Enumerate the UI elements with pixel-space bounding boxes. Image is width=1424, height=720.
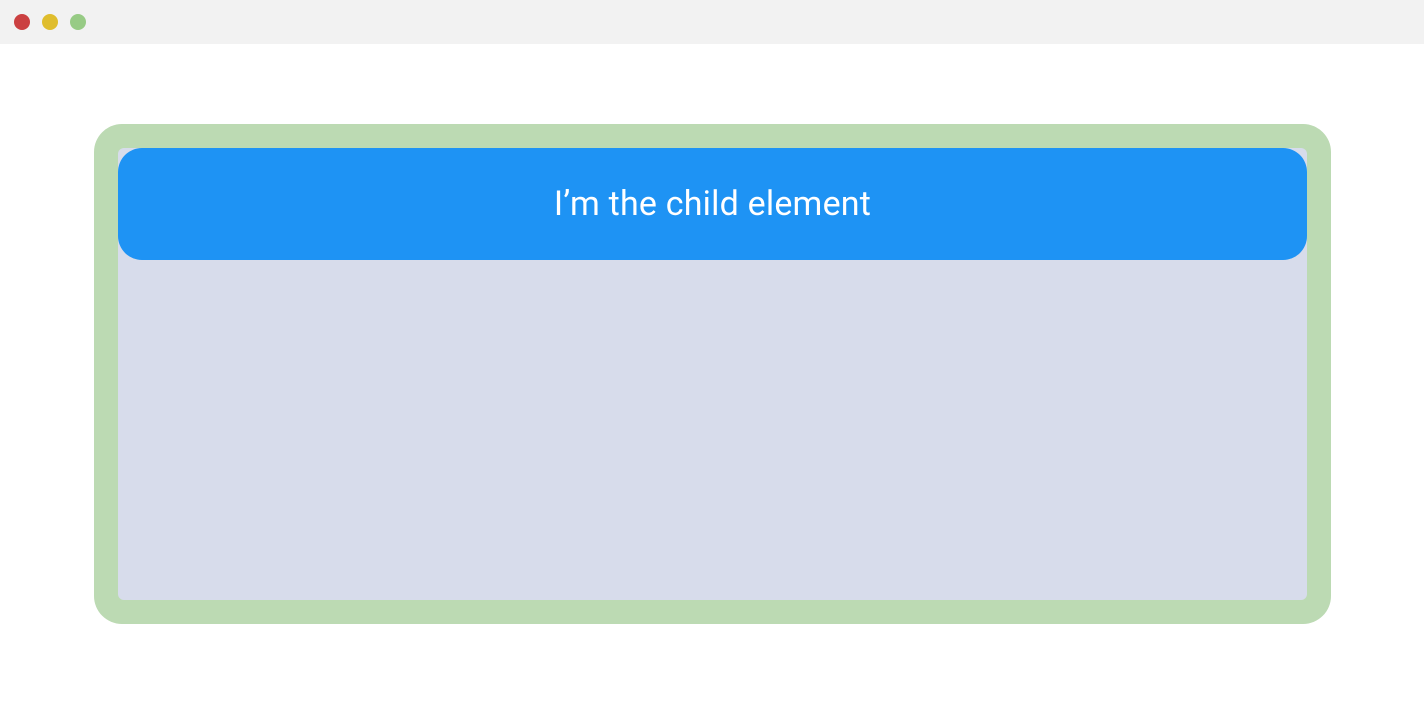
child-element: I’m the child element xyxy=(118,148,1307,260)
child-element-label: I’m the child element xyxy=(554,184,871,224)
zoom-icon[interactable] xyxy=(70,14,86,30)
content-area: I’m the child element xyxy=(0,44,1424,720)
close-icon[interactable] xyxy=(14,14,30,30)
window-titlebar xyxy=(0,0,1424,44)
inner-container: I’m the child element xyxy=(118,148,1307,600)
parent-container: I’m the child element xyxy=(94,124,1331,624)
minimize-icon[interactable] xyxy=(42,14,58,30)
